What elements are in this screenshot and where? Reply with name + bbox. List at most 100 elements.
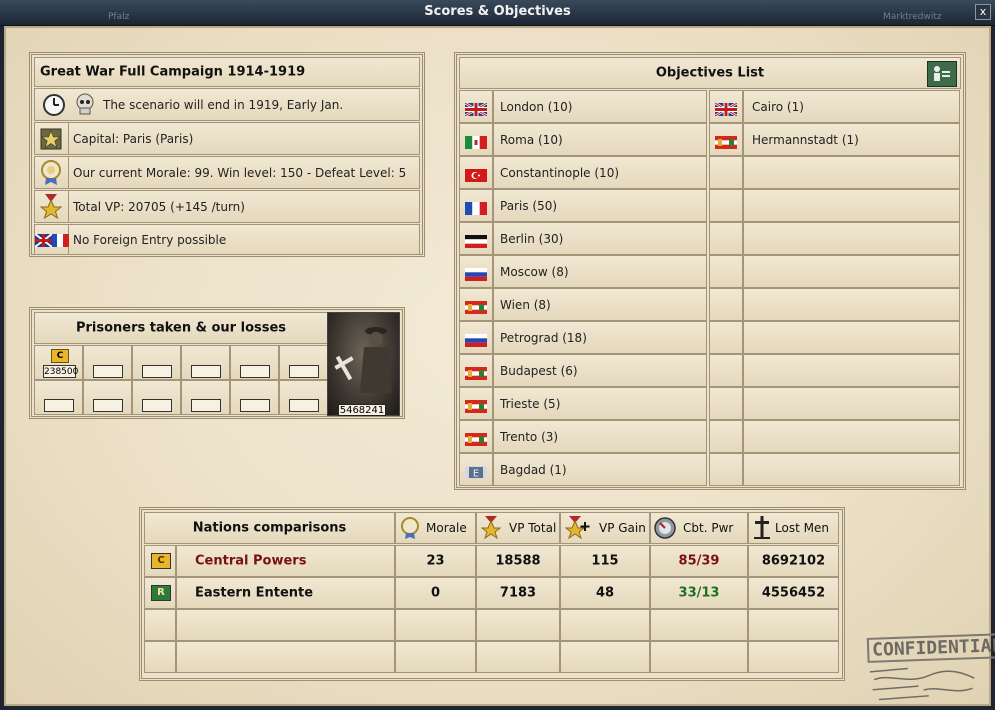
prisoners-taken-value: 238500: [43, 365, 79, 378]
comparison-value: 8692102: [761, 553, 826, 569]
italy-flag-icon: [465, 134, 487, 149]
empty-cell: [560, 609, 650, 641]
uk-flag-icon: [714, 101, 738, 118]
objectives-toggle-button[interactable]: [927, 61, 957, 87]
confidential-stamp: CONFIDENTIAL: [866, 633, 995, 710]
comparison-value: Central Powers: [195, 553, 307, 569]
our-losses-value: 5468241: [338, 404, 386, 416]
vp-row: Total VP: 20705 (+145 /turn): [34, 190, 420, 223]
capital-star-icon: [40, 128, 62, 150]
empty-cell: [560, 641, 650, 673]
grid-cell: [83, 380, 132, 415]
objective-item[interactable]: Budapest (6): [493, 354, 707, 387]
empty-cell: [476, 641, 560, 673]
comparison-cell-badge: C: [144, 545, 176, 577]
empty-cell: [476, 609, 560, 641]
objective-item: [743, 222, 960, 255]
ottoman-flag-icon: [465, 167, 487, 182]
objective-flag-cell: [459, 288, 493, 321]
comparison-cell-morale: 0: [395, 577, 476, 609]
column-header-label: VP Gain: [599, 521, 646, 535]
objective-item[interactable]: Cairo (1): [743, 90, 960, 123]
objective-item[interactable]: Roma (10): [493, 123, 707, 156]
objective-label: Budapest (6): [500, 363, 578, 378]
objective-item[interactable]: London (10): [493, 90, 707, 123]
objective-label: Wien (8): [500, 297, 551, 312]
campaign-title-row: Great War Full Campaign 1914-1919: [34, 57, 420, 87]
empty-cell: [144, 641, 176, 673]
objective-item: [743, 453, 960, 486]
comparison-cell-vp-total: 18588: [476, 545, 560, 577]
capital-row: Capital: Paris (Paris): [34, 122, 420, 155]
campaign-info-panel: Great War Full Campaign 1914-1919 The sc…: [29, 52, 425, 257]
title-bar: Pfalz Scores & Objectives Marktredwitz x: [0, 0, 995, 26]
austria-flag-icon: [465, 365, 487, 380]
central-powers-c-icon: C: [51, 349, 69, 363]
objective-label: Trieste (5): [500, 396, 561, 411]
grid-cell: [230, 345, 279, 380]
comparison-value: 7183: [499, 585, 537, 601]
comparison-value: 85/39: [678, 553, 720, 569]
column-header-lost-men: Lost Men: [748, 512, 839, 544]
objective-item[interactable]: Wien (8): [493, 288, 707, 321]
skull-icon: [76, 93, 94, 115]
column-header-morale: Morale: [395, 512, 476, 544]
comparison-value: 0: [430, 585, 441, 601]
empty-cell: [144, 609, 176, 641]
empty-cell: [395, 609, 476, 641]
empty-cell: [395, 641, 476, 673]
germany-flag-icon: [465, 233, 487, 248]
people-icon: [934, 66, 950, 81]
column-header-label: Cbt. Pwr: [683, 521, 734, 535]
objective-item[interactable]: Trento (3): [493, 420, 707, 453]
comparison-value: 115: [591, 553, 619, 569]
grid-cell: [181, 380, 230, 415]
column-header-label: Lost Men: [775, 521, 829, 535]
grid-cell: [279, 380, 328, 415]
objective-item[interactable]: Berlin (30): [493, 222, 707, 255]
central-powers-c-icon: C: [151, 553, 171, 569]
empty-cell: [748, 641, 839, 673]
objective-item[interactable]: Petrograd (18): [493, 321, 707, 354]
objective-item[interactable]: Constantinople (10): [493, 156, 707, 189]
objective-flag-cell: [459, 123, 493, 156]
prisoners-title-row: Prisoners taken & our losses: [34, 312, 328, 344]
objective-label: Paris (50): [500, 198, 558, 213]
foreign-entry-text: No Foreign Entry possible: [73, 232, 227, 247]
objective-item[interactable]: Paris (50): [493, 189, 707, 222]
scenario-end-row: The scenario will end in 1919, Early Jan…: [34, 88, 420, 121]
objective-label: Cairo (1): [752, 99, 804, 114]
objective-item[interactable]: Bagdad (1): [493, 453, 707, 486]
objective-flag-cell: [459, 222, 493, 255]
close-button[interactable]: x: [975, 4, 991, 20]
clock-icon: [43, 94, 65, 116]
austria-flag-icon: [465, 431, 487, 446]
objective-flag-cell: [459, 255, 493, 288]
comparison-cell-vp-total: 7183: [476, 577, 560, 609]
objective-label: Constantinople (10): [500, 165, 620, 180]
grid-cell: [83, 345, 132, 380]
objectives-list: London (10) Cairo (1) Roma (10) Hermannstad…: [459, 90, 961, 486]
vp-text: Total VP: 20705 (+145 /turn): [73, 199, 245, 214]
objective-label: Moscow (8): [500, 264, 569, 279]
comparison-value: 4556452: [761, 585, 826, 601]
comparison-value: 23: [426, 553, 445, 569]
objective-item: [743, 387, 960, 420]
objective-flag-cell: E: [459, 453, 493, 486]
objective-item[interactable]: Hermannstadt (1): [743, 123, 960, 156]
foreign-entry-row: No Foreign Entry possible: [34, 224, 420, 255]
objective-flag-cell: [459, 354, 493, 387]
scenario-end-text: The scenario will end in 1919, Early Jan…: [103, 97, 344, 112]
objective-item[interactable]: Moscow (8): [493, 255, 707, 288]
scores-objectives-panel: Great War Full Campaign 1914-1919 The sc…: [4, 26, 995, 706]
objective-item[interactable]: Trieste (5): [493, 387, 707, 420]
objective-flag-cell: [709, 453, 743, 486]
objective-item: [743, 189, 960, 222]
objectives-title: Objectives List: [655, 65, 765, 81]
objective-label: London (10): [500, 99, 573, 114]
comparison-value: 33/13: [678, 585, 720, 601]
comparison-cell-lost-men: 8692102: [748, 545, 839, 577]
objective-label: Trento (3): [500, 429, 559, 444]
soldier-grave-image: [334, 327, 392, 393]
empty-cell: [650, 641, 748, 673]
